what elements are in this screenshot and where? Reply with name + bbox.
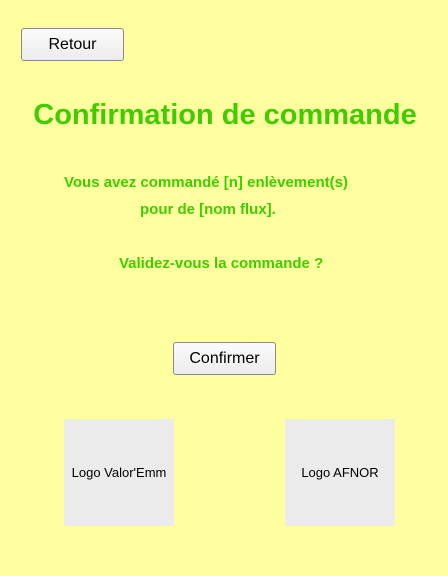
page-title: Confirmation de commande: [33, 99, 417, 131]
order-message-line1: Vous avez commandé [n] enlèvement(s): [64, 174, 348, 191]
validation-question: Validez-vous la commande ?: [119, 255, 324, 272]
confirm-button[interactable]: Confirmer: [173, 342, 276, 375]
order-message-line2: pour de [nom flux].: [140, 201, 276, 218]
back-button[interactable]: Retour: [21, 28, 124, 61]
afnor-logo: Logo AFNOR: [285, 419, 395, 526]
valoremm-logo: Logo Valor'Emm: [64, 419, 174, 526]
